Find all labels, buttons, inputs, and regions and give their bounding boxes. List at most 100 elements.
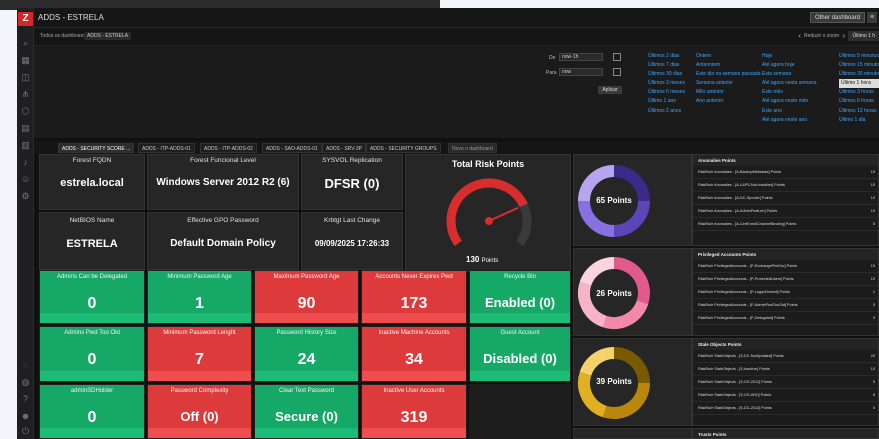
list-item-label: RiskRule StaleObjects - [S-DC-2012] Poin…: [698, 406, 772, 410]
quick-range-selected[interactable]: Último 1 hora: [839, 79, 879, 89]
to-label: Para: [546, 70, 557, 76]
quick-range[interactable]: Até agora nesta semana: [762, 79, 816, 88]
quick-range[interactable]: Mês anterior: [696, 88, 761, 97]
panel-title: NetBIOS Name: [69, 217, 115, 224]
gear-icon[interactable]: ⚙: [20, 191, 31, 202]
help-icon[interactable]: ?: [20, 394, 31, 405]
list-item-value: 10: [870, 209, 875, 213]
time-picker-button[interactable]: Último 1 h: [848, 31, 879, 41]
card-footer: [362, 313, 466, 323]
list-item-value: 1: [872, 290, 875, 294]
donut-slice: [579, 257, 615, 286]
metric-card: Guest Account Disabled (0): [469, 326, 571, 382]
panel-value: Windows Server 2012 R2 (6): [156, 177, 290, 188]
quick-range[interactable]: Últimos 6 meses: [648, 88, 685, 97]
card-title: Accounts Never Expires Pwd: [375, 274, 453, 280]
tab-srv-3p[interactable]: ADDS - SRV-3P: [322, 143, 367, 153]
bell-icon[interactable]: ♪: [20, 157, 31, 168]
quick-range[interactable]: Últimos 3 horas: [839, 88, 879, 97]
risk-list-panel: Trusts PointsRiskRule Trusts - [No Rules…: [692, 428, 879, 439]
quick-range[interactable]: Último 1 ano: [648, 97, 685, 106]
tab-security-groups[interactable]: ADDS - SECURITY GROUPS: [366, 143, 441, 153]
card-title: Inactive User Accounts: [383, 388, 445, 394]
card-title: adminSDHolder: [70, 388, 114, 394]
panel-title: SYSVOL Replication: [322, 157, 382, 164]
quick-range[interactable]: Este mês: [762, 88, 816, 97]
to-input[interactable]: now: [559, 68, 603, 76]
sidebar: Z ⌕ ▦ ◫ ⋔ ⬡ ▤ ▥ ♪ ☺ ⚙ ◌ ◍ ? ☻ ⏻: [17, 8, 34, 439]
other-dashboard-button[interactable]: Other dashboard: [809, 12, 865, 23]
tab-itp-adds-02[interactable]: ADDS - ITP-ADDS-02: [200, 143, 257, 153]
quick-range[interactable]: Últimos 15 minutos: [839, 61, 879, 70]
quick-range[interactable]: Últimos 12 horas: [839, 107, 879, 116]
logout-icon[interactable]: ⏻: [20, 426, 31, 437]
chevron-left-icon[interactable]: ‹: [798, 31, 801, 40]
quick-range[interactable]: Últimos 6 horas: [839, 97, 879, 106]
list-item-label: RiskRule StaleObjects - [S-OS-2012] Poin…: [698, 380, 772, 384]
logo-icon[interactable]: Z: [18, 12, 33, 26]
top-bar: ADDS - ESTRELA ? Other dashboard ≡: [34, 8, 879, 28]
from-input[interactable]: now-1h: [559, 53, 603, 61]
quick-range[interactable]: Hoje: [762, 52, 816, 61]
metric-card: Maximum Password Age 90: [254, 270, 359, 324]
list-item-value: 0: [872, 406, 875, 410]
list-header: Trusts Points: [693, 429, 878, 438]
quick-range[interactable]: Anteontem: [696, 61, 761, 70]
quick-range[interactable]: Últimos 7 dias: [648, 61, 685, 70]
menu-icon[interactable]: ≡: [867, 12, 877, 23]
search-icon[interactable]: ⌕: [20, 38, 31, 49]
file-icon[interactable]: ▥: [20, 140, 31, 151]
list-item: RiskRule PrivilegedAccounts - [P-Protect…: [693, 273, 878, 286]
calendar-icon[interactable]: [613, 68, 621, 76]
breadcrumb: Todos os dashboards ADDS - ESTRELA ‹ Red…: [34, 28, 879, 46]
card-value: Off (0): [180, 409, 219, 424]
quick-range[interactable]: Último 1 dia: [839, 116, 879, 125]
risk-list-panel: Anomalies Points RiskRule Anomalies - [A-…: [692, 154, 879, 246]
quick-range[interactable]: Este dia na semana passada: [696, 70, 761, 79]
list-item: RiskRule StaleObjects - [S-OS-W10] Point…: [693, 389, 878, 402]
card-title: Clear Text Password: [279, 388, 334, 394]
quick-range[interactable]: Esta semana: [762, 70, 816, 79]
hierarchy-icon[interactable]: ⋔: [20, 89, 31, 100]
list-item-value: 15: [870, 264, 875, 268]
calendar-icon[interactable]: [613, 53, 621, 61]
card-value: Disabled (0): [483, 351, 557, 366]
quick-range[interactable]: Ontem: [696, 52, 761, 61]
quick-range[interactable]: Últimos 2 dias: [648, 52, 685, 61]
quick-range[interactable]: Últimos 30 minutos: [839, 70, 879, 79]
quick-range[interactable]: Até agora hoje: [762, 61, 816, 70]
document-icon[interactable]: ▤: [20, 123, 31, 134]
metric-card: Admins Pwd Too Old 0: [39, 326, 145, 382]
panel-title: Effective GPO Password: [187, 217, 259, 224]
quick-range[interactable]: Últimos 30 dias: [648, 70, 685, 79]
panel-netbios: NetBIOS Name ESTRELA: [39, 212, 145, 270]
quick-range[interactable]: Até agora neste mês: [762, 97, 816, 106]
integrations-icon[interactable]: ◍: [20, 377, 31, 388]
time-filter-panel: De now-1h Para now Aplicar Últimos 2 dia…: [34, 46, 879, 138]
zoom-out-button[interactable]: Reduzir o zoom: [804, 33, 839, 39]
box-icon[interactable]: ⬡: [20, 106, 31, 117]
user-icon[interactable]: ☻: [20, 411, 31, 422]
quick-range[interactable]: Últimos 5 minutos: [839, 52, 879, 61]
tab-security-score[interactable]: ADDS - SECURITY SCORE ...: [58, 143, 135, 153]
breadcrumb-all[interactable]: Todos os dashboards: [40, 33, 88, 39]
quick-range[interactable]: Ano anterior: [696, 97, 761, 106]
quick-range[interactable]: Últimos 3 meses: [648, 79, 685, 88]
card-footer: [255, 371, 358, 381]
support-icon[interactable]: ◌: [20, 360, 31, 371]
chevron-right-icon[interactable]: ›: [842, 31, 845, 40]
quick-range[interactable]: Últimos 2 anos: [648, 107, 685, 116]
quick-range[interactable]: Semana anterior: [696, 79, 761, 88]
breadcrumb-current[interactable]: ADDS - ESTRELA: [84, 32, 132, 40]
monitor-icon[interactable]: ◫: [20, 72, 31, 83]
apply-button[interactable]: Aplicar: [598, 86, 622, 94]
users-icon[interactable]: ☺: [20, 174, 31, 185]
quick-range[interactable]: Este ano: [762, 107, 816, 116]
tab-sao-adds-01[interactable]: ADDS - SAO-ADDS-01: [262, 143, 322, 153]
tab-new-dashboard[interactable]: Novo o dashboard: [448, 143, 497, 153]
quick-range[interactable]: Até agora neste ano: [762, 116, 816, 125]
tab-itp-adds-01[interactable]: ADDS - ITP-ADDS-01: [138, 143, 195, 153]
dashboard-icon[interactable]: ▦: [20, 55, 31, 66]
gauge-value-label: 130 Points: [466, 255, 498, 264]
empty-panel: [469, 384, 571, 439]
